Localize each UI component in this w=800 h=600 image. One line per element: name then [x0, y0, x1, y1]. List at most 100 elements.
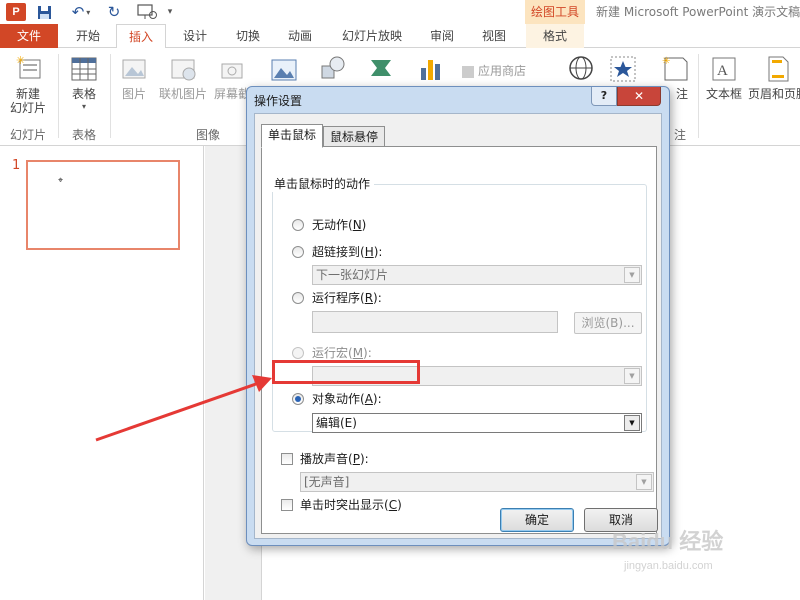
- store-icon: [462, 65, 474, 78]
- window-title: 新建 Microsoft PowerPoint 演示文稿: [596, 5, 800, 19]
- chevron-down-icon: ▼: [624, 267, 640, 283]
- close-button[interactable]: ✕: [617, 87, 661, 106]
- sound-value: [无声音]: [304, 475, 350, 489]
- textbox-icon: A: [710, 54, 738, 84]
- hyperlink-button[interactable]: [566, 54, 596, 84]
- tab-animations[interactable]: 动画: [276, 24, 324, 48]
- chevron-down-icon: ▼: [624, 415, 640, 431]
- hyperlink-target-select[interactable]: 下一张幻灯片 ▼: [312, 265, 642, 285]
- slide-thumbnail-shape: ⌖: [58, 176, 64, 186]
- label-object-action: 对象动作(A):: [312, 392, 382, 406]
- hyperlink-target-value: 下一张幻灯片: [316, 268, 389, 282]
- chevron-down-icon: ▼: [624, 368, 640, 384]
- app-store-label: 应用商店: [478, 64, 527, 78]
- shapes-button[interactable]: [316, 54, 350, 84]
- radio-run-program[interactable]: [292, 292, 304, 304]
- tab-view[interactable]: 视图: [472, 24, 516, 48]
- play-sound-checkbox[interactable]: [281, 453, 293, 465]
- star-action-icon: [609, 54, 637, 84]
- undo-icon[interactable]: ↶ ▾: [66, 3, 96, 21]
- action-button[interactable]: [608, 54, 638, 84]
- label-run-macro: 运行宏(M):: [312, 346, 372, 360]
- chevron-down-icon: ▼: [636, 474, 652, 490]
- slide-thumbnail[interactable]: ⌖: [26, 160, 180, 250]
- header-footer-label: 页眉和页脚: [748, 87, 800, 101]
- label-play-sound: 播放声音(P):: [300, 452, 369, 466]
- screenshot-icon: [218, 54, 246, 84]
- table-icon: [70, 54, 98, 84]
- drawing-tools-context-label: 绘图工具: [525, 0, 585, 24]
- tab-design[interactable]: 设计: [170, 24, 220, 48]
- photo-album-button[interactable]: [264, 54, 304, 84]
- highlight-box: [272, 360, 420, 384]
- textbox-label: 文本框: [705, 87, 742, 101]
- ribbon-tab-row: 文件 开始 插入 设计 切换 动画 幻灯片放映 审阅 视图 格式: [0, 24, 800, 49]
- baidu-watermark: Baidu 经验: [612, 529, 724, 554]
- powerpoint-logo-icon: P: [6, 3, 26, 21]
- smartart-button[interactable]: [364, 54, 398, 84]
- radio-run-macro[interactable]: [292, 347, 304, 359]
- slide-thumbnail-pane: 1 ⌖: [0, 146, 204, 600]
- tab-mouse-click[interactable]: 单击鼠标: [261, 124, 323, 148]
- mouse-click-panel: 单击鼠标时的动作 无动作(N) 超链接到(H): 下一张幻灯片 ▼ 运行程序(R…: [261, 146, 657, 534]
- tab-mouse-over[interactable]: 鼠标悬停: [323, 126, 385, 148]
- chart-button[interactable]: [414, 54, 448, 84]
- header-footer-icon: [764, 54, 792, 84]
- svg-text:A: A: [717, 63, 728, 79]
- group-divider: [698, 54, 699, 138]
- textbox-button[interactable]: A 文本框: [704, 54, 744, 102]
- customize-toolbar-icon[interactable]: ▾: [164, 3, 176, 21]
- label-hyperlink: 超链接到(H):: [312, 245, 383, 259]
- app-store-button[interactable]: 应用商店: [462, 62, 552, 79]
- shapes-icon: [319, 54, 347, 84]
- tab-file[interactable]: 文件: [0, 24, 58, 48]
- table-button[interactable]: 表格 ▾: [64, 54, 104, 111]
- table-dropdown-icon: ▾: [81, 102, 86, 111]
- group-label-tables: 表格: [72, 128, 97, 142]
- header-footer-button[interactable]: 页眉和页脚: [748, 54, 800, 102]
- dialog-title: 操作设置: [254, 94, 303, 108]
- label-no-action: 无动作(N): [312, 218, 367, 232]
- picture-icon: [120, 54, 148, 84]
- start-slideshow-icon[interactable]: [134, 3, 160, 21]
- redo-icon[interactable]: ↻: [106, 3, 122, 21]
- radio-hyperlink[interactable]: [292, 246, 304, 258]
- tab-slideshow[interactable]: 幻灯片放映: [330, 24, 414, 48]
- radio-no-action[interactable]: [292, 219, 304, 231]
- group-label-comments: 注: [674, 128, 687, 142]
- online-picture-button[interactable]: 联机图片: [156, 54, 210, 102]
- save-icon[interactable]: [36, 3, 52, 21]
- picture-label: 图片: [121, 87, 146, 101]
- group-divider: [58, 54, 59, 138]
- ok-button[interactable]: 确定: [500, 508, 574, 532]
- label-run-program: 运行程序(R):: [312, 291, 382, 305]
- run-program-field[interactable]: [312, 311, 558, 333]
- globe-link-icon: [567, 54, 595, 84]
- picture-button[interactable]: 图片: [114, 54, 154, 102]
- title-bar: P ↶ ▾ ↻ ▾ 绘图工具 新建 Microsoft PowerPoint 演示…: [0, 0, 800, 24]
- group-label-slides: 幻灯片: [10, 128, 47, 142]
- help-button[interactable]: ?: [591, 87, 617, 106]
- sound-select[interactable]: [无声音] ▼: [300, 472, 654, 492]
- smartart-icon: [367, 54, 395, 84]
- label-highlight-click: 单击时突出显示(C): [300, 498, 402, 512]
- table-label: 表格: [71, 87, 96, 101]
- svg-text:✳: ✳: [662, 56, 670, 67]
- tab-review[interactable]: 审阅: [420, 24, 464, 48]
- tab-home[interactable]: 开始: [62, 24, 114, 48]
- tab-format[interactable]: 格式: [526, 24, 584, 48]
- online-picture-label: 联机图片: [158, 87, 207, 101]
- chart-icon: [417, 54, 445, 84]
- radio-object-action[interactable]: [292, 393, 304, 405]
- tab-transitions[interactable]: 切换: [224, 24, 272, 48]
- online-picture-icon: [169, 54, 197, 84]
- highlight-click-checkbox[interactable]: [281, 499, 293, 511]
- tab-insert[interactable]: 插入: [116, 24, 166, 49]
- browse-button[interactable]: 浏览(B)...: [574, 312, 642, 334]
- new-slide-button[interactable]: ✳ 新建 幻灯片: [4, 54, 52, 115]
- comment-label-suffix: 注: [675, 87, 688, 101]
- comment-icon: ✳: [661, 54, 689, 84]
- object-action-select[interactable]: 编辑(E) ▼: [312, 413, 642, 433]
- slide-number: 1: [12, 158, 21, 173]
- object-action-value: 编辑(E): [316, 416, 357, 430]
